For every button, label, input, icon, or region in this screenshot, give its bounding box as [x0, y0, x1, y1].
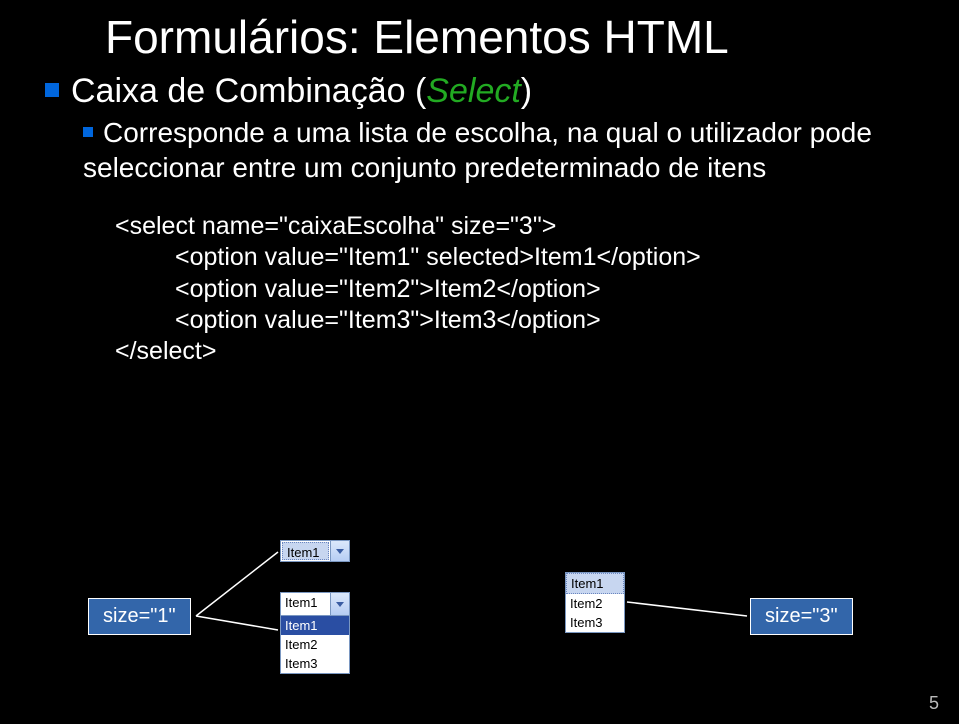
combobox-open-top: Item1: [281, 593, 349, 616]
chevron-down-icon: [336, 602, 344, 607]
slide: Formulários: Elementos HTML Caixa de Com…: [0, 0, 959, 724]
combobox-option[interactable]: Item3: [281, 654, 349, 673]
dropdown-button[interactable]: [330, 593, 349, 615]
combobox-open[interactable]: Item1 Item1 Item2 Item3: [280, 592, 350, 674]
dropdown-button[interactable]: [330, 541, 349, 561]
bullet-icon: [83, 127, 93, 137]
page-number: 5: [929, 693, 939, 714]
slide-title: Formulários: Elementos HTML: [105, 10, 914, 64]
code-line-close: </select>: [115, 336, 914, 367]
description-text: Corresponde a uma lista de escolha, na q…: [83, 117, 872, 183]
subtitle-line: Caixa de Combinação (Select): [45, 72, 914, 111]
combobox-option[interactable]: Item1: [281, 616, 349, 635]
combobox-closed[interactable]: Item1: [280, 540, 350, 562]
code-block: <select name="caixaEscolha" size="3"> <o…: [115, 211, 914, 367]
subtitle-prefix: Caixa de Combinação (: [71, 72, 426, 110]
listbox-option[interactable]: Item1: [566, 573, 624, 594]
size1-label: size="1": [88, 598, 191, 635]
listbox-option[interactable]: Item3: [566, 613, 624, 632]
subtitle-suffix: ): [521, 72, 532, 110]
code-line-opt3: <option value="Item3">Item3</option>: [115, 305, 914, 336]
diagram-area: size="1" size="3" Item1 Item1 Item1 Item…: [0, 510, 959, 710]
size3-label: size="3": [750, 598, 853, 635]
code-line-open: <select name="caixaEscolha" size="3">: [115, 211, 914, 242]
bullet-icon: [45, 83, 59, 97]
listbox-option[interactable]: Item2: [566, 594, 624, 613]
chevron-down-icon: [336, 549, 344, 554]
combobox-option-list: Item1 Item2 Item3: [281, 616, 349, 673]
description-line: Corresponde a uma lista de escolha, na q…: [83, 115, 914, 185]
subtitle-select-word: Select: [426, 72, 521, 110]
code-line-opt1: <option value="Item1" selected>Item1</op…: [115, 242, 914, 273]
combobox-selected-text: Item1: [282, 542, 329, 560]
listbox-size3[interactable]: Item1 Item2 Item3: [565, 572, 625, 633]
combobox-option[interactable]: Item2: [281, 635, 349, 654]
code-line-opt2: <option value="Item2">Item2</option>: [115, 274, 914, 305]
combobox-open-current: Item1: [281, 593, 330, 615]
